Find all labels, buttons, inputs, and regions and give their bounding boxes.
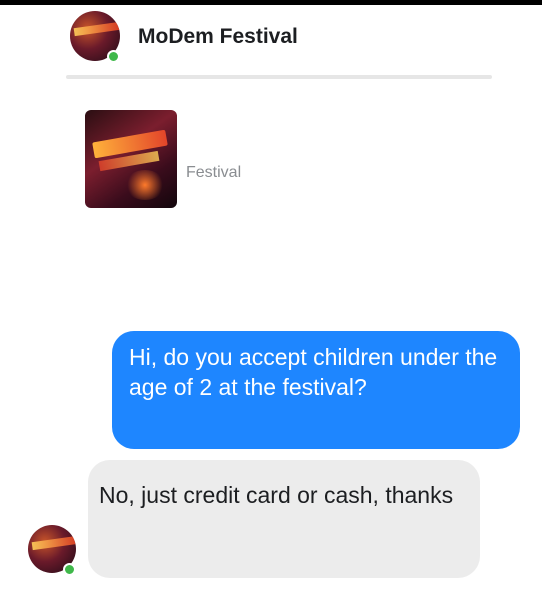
online-status-icon: [107, 50, 120, 63]
outgoing-message[interactable]: Hi, do you accept children under the age…: [112, 331, 520, 449]
incoming-message[interactable]: No, just credit card or cash, thanks: [88, 460, 480, 578]
page-card-image[interactable]: [85, 110, 177, 208]
header-divider: [66, 75, 492, 79]
sender-online-icon: [63, 563, 76, 576]
conversation-header[interactable]: MoDem Festival: [66, 11, 506, 67]
contact-name[interactable]: MoDem Festival: [138, 25, 298, 49]
page-card-subtitle: Festival: [186, 164, 242, 181]
top-edge: [0, 0, 542, 5]
